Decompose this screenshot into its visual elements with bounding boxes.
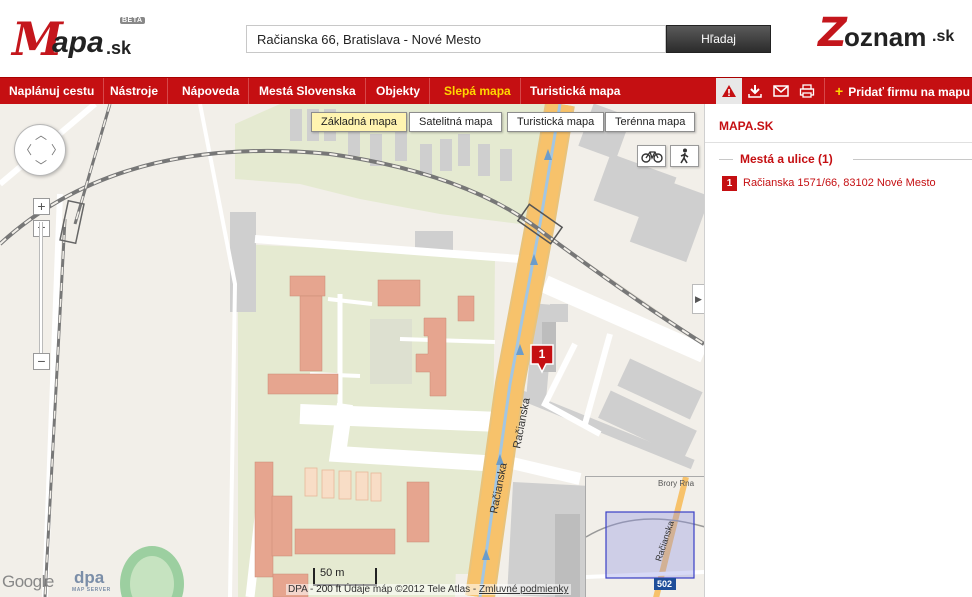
overview-top-label: Brory Rna [658,479,695,488]
pedestrian-icon[interactable] [670,145,699,167]
header: M apa .sk BETA Hľadaj Z oznam .sk [0,0,972,77]
results-heading-text: Mestá a ulice (1) [740,152,833,166]
location-marker[interactable]: 1 [530,344,560,374]
zoznam-letter: Z [818,10,848,56]
pan-right-icon[interactable]: 〉 [51,144,63,156]
search-button[interactable]: Hľadaj [666,25,771,53]
result-item[interactable]: 1 Račianska 1571/66, 83102 Nové Mesto [722,175,936,191]
pan-left-icon[interactable]: 〈 [20,144,32,156]
map-viewport[interactable]: Račianska Račianska Základná mapa Sateli… [0,104,704,597]
dpa-logo[interactable]: dpa MAP SERVER [72,568,120,594]
map-type-basic[interactable]: Základná mapa [311,112,407,132]
map-copyright: DPA - 200 ft Údaje máp ©2012 Tele Atlas … [286,584,571,595]
chevron-right-icon: ▶ [695,293,702,304]
add-firm-button[interactable]: + Pridať firmu na mapu [824,78,970,104]
pan-control[interactable]: ︿ ﹀ 〈 〉 [14,124,66,176]
copyright-prefix: DPA - [288,584,314,595]
result-number: 1 [722,175,737,191]
pan-down-icon[interactable]: ﹀ [35,160,47,172]
marker-number: 1 [538,347,546,361]
results-heading: Mestá a ulice (1) [719,152,972,168]
main-nav: Naplánuj cestu Nástroje Nápoveda Mestá S… [0,77,972,104]
search-input[interactable] [246,25,666,53]
warning-icon[interactable] [716,78,742,104]
plus-icon: + [835,83,844,99]
google-logo[interactable]: Google [2,572,54,592]
nav-blind-map[interactable]: Slepá mapa [435,78,521,104]
nav-objects[interactable]: Objekty [367,78,431,104]
terms-link[interactable]: Zmluvné podmienky [479,584,568,595]
map-type-terrain[interactable]: Terénna mapa [605,112,696,132]
scale-label-ft: 200 ft [316,584,342,595]
result-text: Račianska 1571/66, 83102 Nové Mesto [743,177,936,189]
logo-text: apa [52,26,104,59]
collapse-sidebar-button[interactable]: ▶ [692,284,704,314]
copyright-text: Údaje máp ©2012 Tele Atlas - [343,584,477,595]
zoom-slider-track[interactable] [39,222,43,362]
mail-icon[interactable] [768,78,794,104]
zoom-in-button[interactable]: + [33,198,50,215]
zoznam-logo[interactable]: Z oznam .sk [818,10,968,60]
map-type-satellite[interactable]: Satelitná mapa [409,112,503,132]
logo-suffix: .sk [106,38,132,58]
nav-cities[interactable]: Mestá Slovenska [250,78,366,104]
sidebar-title[interactable]: MAPA.SK [719,119,773,133]
nav-tools[interactable]: Nástroje [101,78,169,104]
download-icon[interactable] [742,78,768,104]
add-firm-label: Pridať firmu na mapu [848,85,970,99]
nav-tourist-map[interactable]: Turistická mapa [521,78,629,104]
zoznam-suffix: .sk [932,28,955,45]
overview-road-number: 502 [657,579,672,589]
mapa-sk-logo[interactable]: M apa .sk BETA [12,14,147,72]
sidebar-divider [705,142,972,143]
overview-map[interactable]: Račianska Brory Rna 502 [585,476,704,597]
map-type-tourist[interactable]: Turistická mapa [507,112,605,132]
zoznam-text: oznam [844,22,927,52]
heading-line-left [719,159,733,160]
zoom-out-button[interactable]: − [33,353,50,370]
pan-up-icon[interactable]: ︿ [35,129,47,141]
dpa-logo-sub: MAP SERVER [72,587,111,593]
overview-tiles: Račianska Brory Rna 502 [586,477,704,597]
print-icon[interactable] [794,78,820,104]
sidebar: MAPA.SK Mestá a ulice (1) 1 Račianska 15… [704,104,972,597]
nav-help[interactable]: Nápoveda [173,78,250,104]
dpa-logo-text: dpa [74,568,105,587]
scale-label: 50 m [320,567,345,579]
heading-line-right [853,159,972,160]
bicycle-icon[interactable] [637,145,666,167]
nav-plan-route[interactable]: Naplánuj cestu [0,78,105,104]
beta-badge: BETA [120,17,145,24]
